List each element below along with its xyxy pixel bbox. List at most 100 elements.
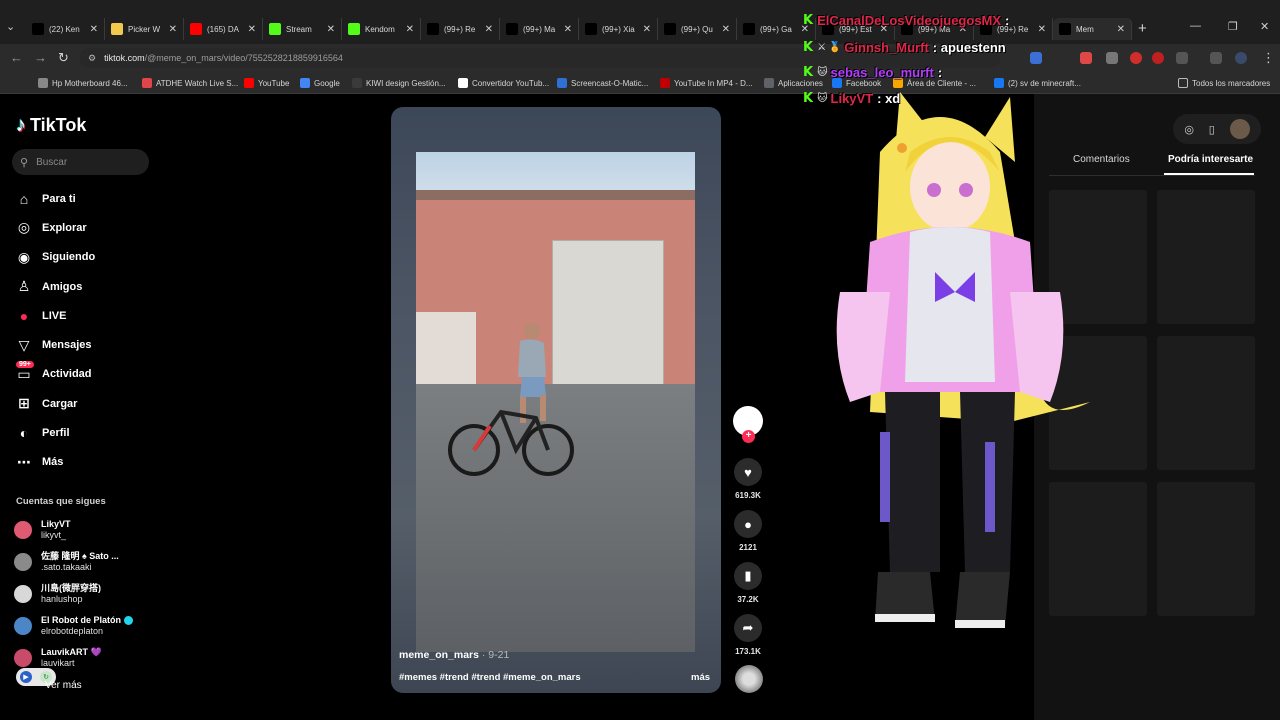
extension-icon[interactable] <box>1152 52 1164 64</box>
share-count: 173.1K <box>735 647 761 656</box>
media-icon[interactable] <box>1210 52 1222 64</box>
video-hashtags[interactable]: #memes #trend #trend #meme_on_mars <box>399 672 581 683</box>
bookmark-item[interactable]: Convertidor YouTub... <box>458 76 549 90</box>
sidebar-item-siguiendo[interactable]: ◉ Siguiendo <box>14 243 95 272</box>
video-garage-door <box>552 240 664 385</box>
browser-tab[interactable]: (22) Ken ✕ <box>26 18 105 40</box>
tiktok-icon <box>427 23 439 35</box>
sidebar-item-amigos[interactable]: ♙ Amigos <box>14 272 95 301</box>
search-box[interactable]: ⚲ <box>12 149 149 175</box>
forward-icon[interactable]: → <box>34 50 47 65</box>
close-tab-icon[interactable]: ✕ <box>1117 24 1125 35</box>
followed-account[interactable]: 佐藤 隆明 ♠ Sato ... .sato.takaaki <box>14 546 133 578</box>
bookmark-item[interactable]: YouTube <box>244 76 289 90</box>
device-icon[interactable]: ▯ <box>1209 123 1215 136</box>
extension-icon[interactable] <box>1106 52 1118 64</box>
browser-tab[interactable]: (99+) Ma ✕ <box>500 18 579 40</box>
sidebar-item-actividad[interactable]: ▭ Actividad 99+ <box>14 360 95 389</box>
bookmark-favicon-icon <box>142 78 152 88</box>
close-tab-icon[interactable]: ✕ <box>643 24 651 35</box>
new-tab-button[interactable]: + <box>1138 20 1147 37</box>
close-tab-icon[interactable]: ✕ <box>485 24 493 35</box>
user-avatar[interactable] <box>1229 119 1250 139</box>
browser-tab[interactable]: Stream ✕ <box>263 18 342 40</box>
browser-tab[interactable]: Mem ✕ <box>1053 18 1132 40</box>
video-author[interactable]: meme_on_mars · 9-21 <box>399 649 509 661</box>
bookmark-item[interactable]: Google <box>300 76 340 90</box>
profile-avatar-icon[interactable] <box>1235 52 1247 64</box>
follow-plus-icon[interactable]: + <box>742 430 755 443</box>
browser-tab[interactable]: (99+) Qu ✕ <box>658 18 737 40</box>
browser-tab[interactable]: (165) DA ✕ <box>184 18 263 40</box>
video-more-link[interactable]: más <box>691 672 710 683</box>
followed-account[interactable]: LikyVT likyvt_ <box>14 514 133 546</box>
tiktok-note-icon: ♪ <box>16 114 26 136</box>
like-button[interactable]: ♥ 619.3K <box>732 458 764 500</box>
close-tab-icon[interactable]: ✕ <box>406 24 414 35</box>
play-icon[interactable]: ▶ <box>20 671 32 683</box>
tab-suggestions[interactable]: Podría interesarte <box>1168 154 1253 165</box>
sidebar-item-live[interactable]: ● LIVE <box>14 301 95 330</box>
close-tab-icon[interactable]: ✕ <box>248 24 256 35</box>
back-icon[interactable]: ← <box>10 50 23 65</box>
bookmark-item[interactable]: KIWI design Gestión... <box>352 76 446 90</box>
close-tab-icon[interactable]: ✕ <box>1038 24 1046 35</box>
sidebar-item-label: Siguiendo <box>42 251 96 264</box>
followed-account[interactable]: El Robot de Platón elrobotdeplaton <box>14 610 133 642</box>
comment-count: 2121 <box>739 543 757 552</box>
tiktok-logo[interactable]: ♪ TikTok <box>16 114 86 137</box>
save-count: 37.2K <box>737 595 759 604</box>
sidebar-item-mensajes[interactable]: ▽ Mensajes <box>14 330 95 359</box>
account-display-name: 川島(微胖穿搭) <box>41 583 101 594</box>
close-tab-icon[interactable]: ✕ <box>90 24 98 35</box>
suggested-video-tile[interactable] <box>1157 190 1255 324</box>
browser-tab[interactable]: (99+) Re ✕ <box>421 18 500 40</box>
following-list: LikyVT likyvt_ 佐藤 隆明 ♠ Sato ... .sato.takaa… <box>14 514 133 674</box>
search-input[interactable] <box>36 156 132 168</box>
followed-account[interactable]: 川島(微胖穿搭) hanlushop <box>14 578 133 610</box>
suggested-video-tile[interactable] <box>1157 482 1255 616</box>
see-more-link[interactable]: Ver más <box>45 680 82 691</box>
share-button[interactable]: ➦ 173.1K <box>732 614 764 656</box>
browser-tab[interactable]: (99+) Xia ✕ <box>579 18 658 40</box>
video-player[interactable] <box>391 107 721 693</box>
close-tab-icon[interactable]: ✕ <box>327 24 335 35</box>
music-disc-icon[interactable] <box>735 665 763 693</box>
sidebar-item-perfil[interactable]: ◐ Perfil <box>14 418 95 447</box>
translate-icon[interactable] <box>1030 52 1042 64</box>
sidebar-item-explorar[interactable]: ◎ Explorar <box>14 213 95 242</box>
comment-button[interactable]: ● 2121 <box>732 510 764 552</box>
bookmark-item[interactable]: Hp Motherboard 46... <box>38 76 128 90</box>
chat-text: : apuestenn <box>932 39 1006 55</box>
bookmark-item[interactable]: ATDHE Watch Live S... <box>142 76 238 90</box>
browser-tab[interactable]: Kendom ✕ <box>342 18 421 40</box>
close-window-icon[interactable]: ✕ <box>1260 20 1269 33</box>
sidebar-item-cargar[interactable]: ⊞ Cargar <box>14 389 95 418</box>
browser-menu-icon[interactable]: ⋮ <box>1262 50 1275 66</box>
puzzle-icon[interactable] <box>1176 52 1188 64</box>
extension-icon[interactable] <box>1130 52 1142 64</box>
sidebar-item-m-s[interactable]: ⋯ Más <box>14 448 95 477</box>
minimize-icon[interactable]: — <box>1190 20 1201 32</box>
creator-avatar[interactable]: + <box>733 406 763 443</box>
close-tab-icon[interactable]: ✕ <box>169 24 177 35</box>
tab-search-chevron-icon[interactable]: ⌄ <box>6 20 15 33</box>
coin-icon[interactable]: ◎ <box>1184 123 1194 136</box>
save-button[interactable]: ▮ 37.2K <box>732 562 764 604</box>
bookmark-item[interactable]: (2) sv de minecraft... <box>994 76 1081 90</box>
bookmark-item[interactable]: Screencast-O-Matic... <box>557 76 648 90</box>
suggested-video-tile[interactable] <box>1157 336 1255 470</box>
account-handle: .sato.takaaki <box>41 562 92 572</box>
url-path: /@meme_on_mars/video/7552528218859916564 <box>144 53 343 63</box>
video-username[interactable]: meme_on_mars <box>399 649 479 661</box>
close-tab-icon[interactable]: ✕ <box>722 24 730 35</box>
close-tab-icon[interactable]: ✕ <box>564 24 572 35</box>
sidebar-item-para-ti[interactable]: ⌂ Para ti <box>14 184 95 213</box>
extension-icon[interactable] <box>1080 52 1092 64</box>
site-info-icon[interactable]: ⚙ <box>88 53 96 64</box>
all-bookmarks-folder[interactable]: Todos los marcadores <box>1178 76 1270 90</box>
reload-icon[interactable]: ↻ <box>58 50 69 66</box>
bookmark-item[interactable]: YouTube In MP4 - D... <box>660 76 753 90</box>
browser-tab[interactable]: Picker W ✕ <box>105 18 184 40</box>
restore-icon[interactable]: ❐ <box>1228 20 1238 33</box>
